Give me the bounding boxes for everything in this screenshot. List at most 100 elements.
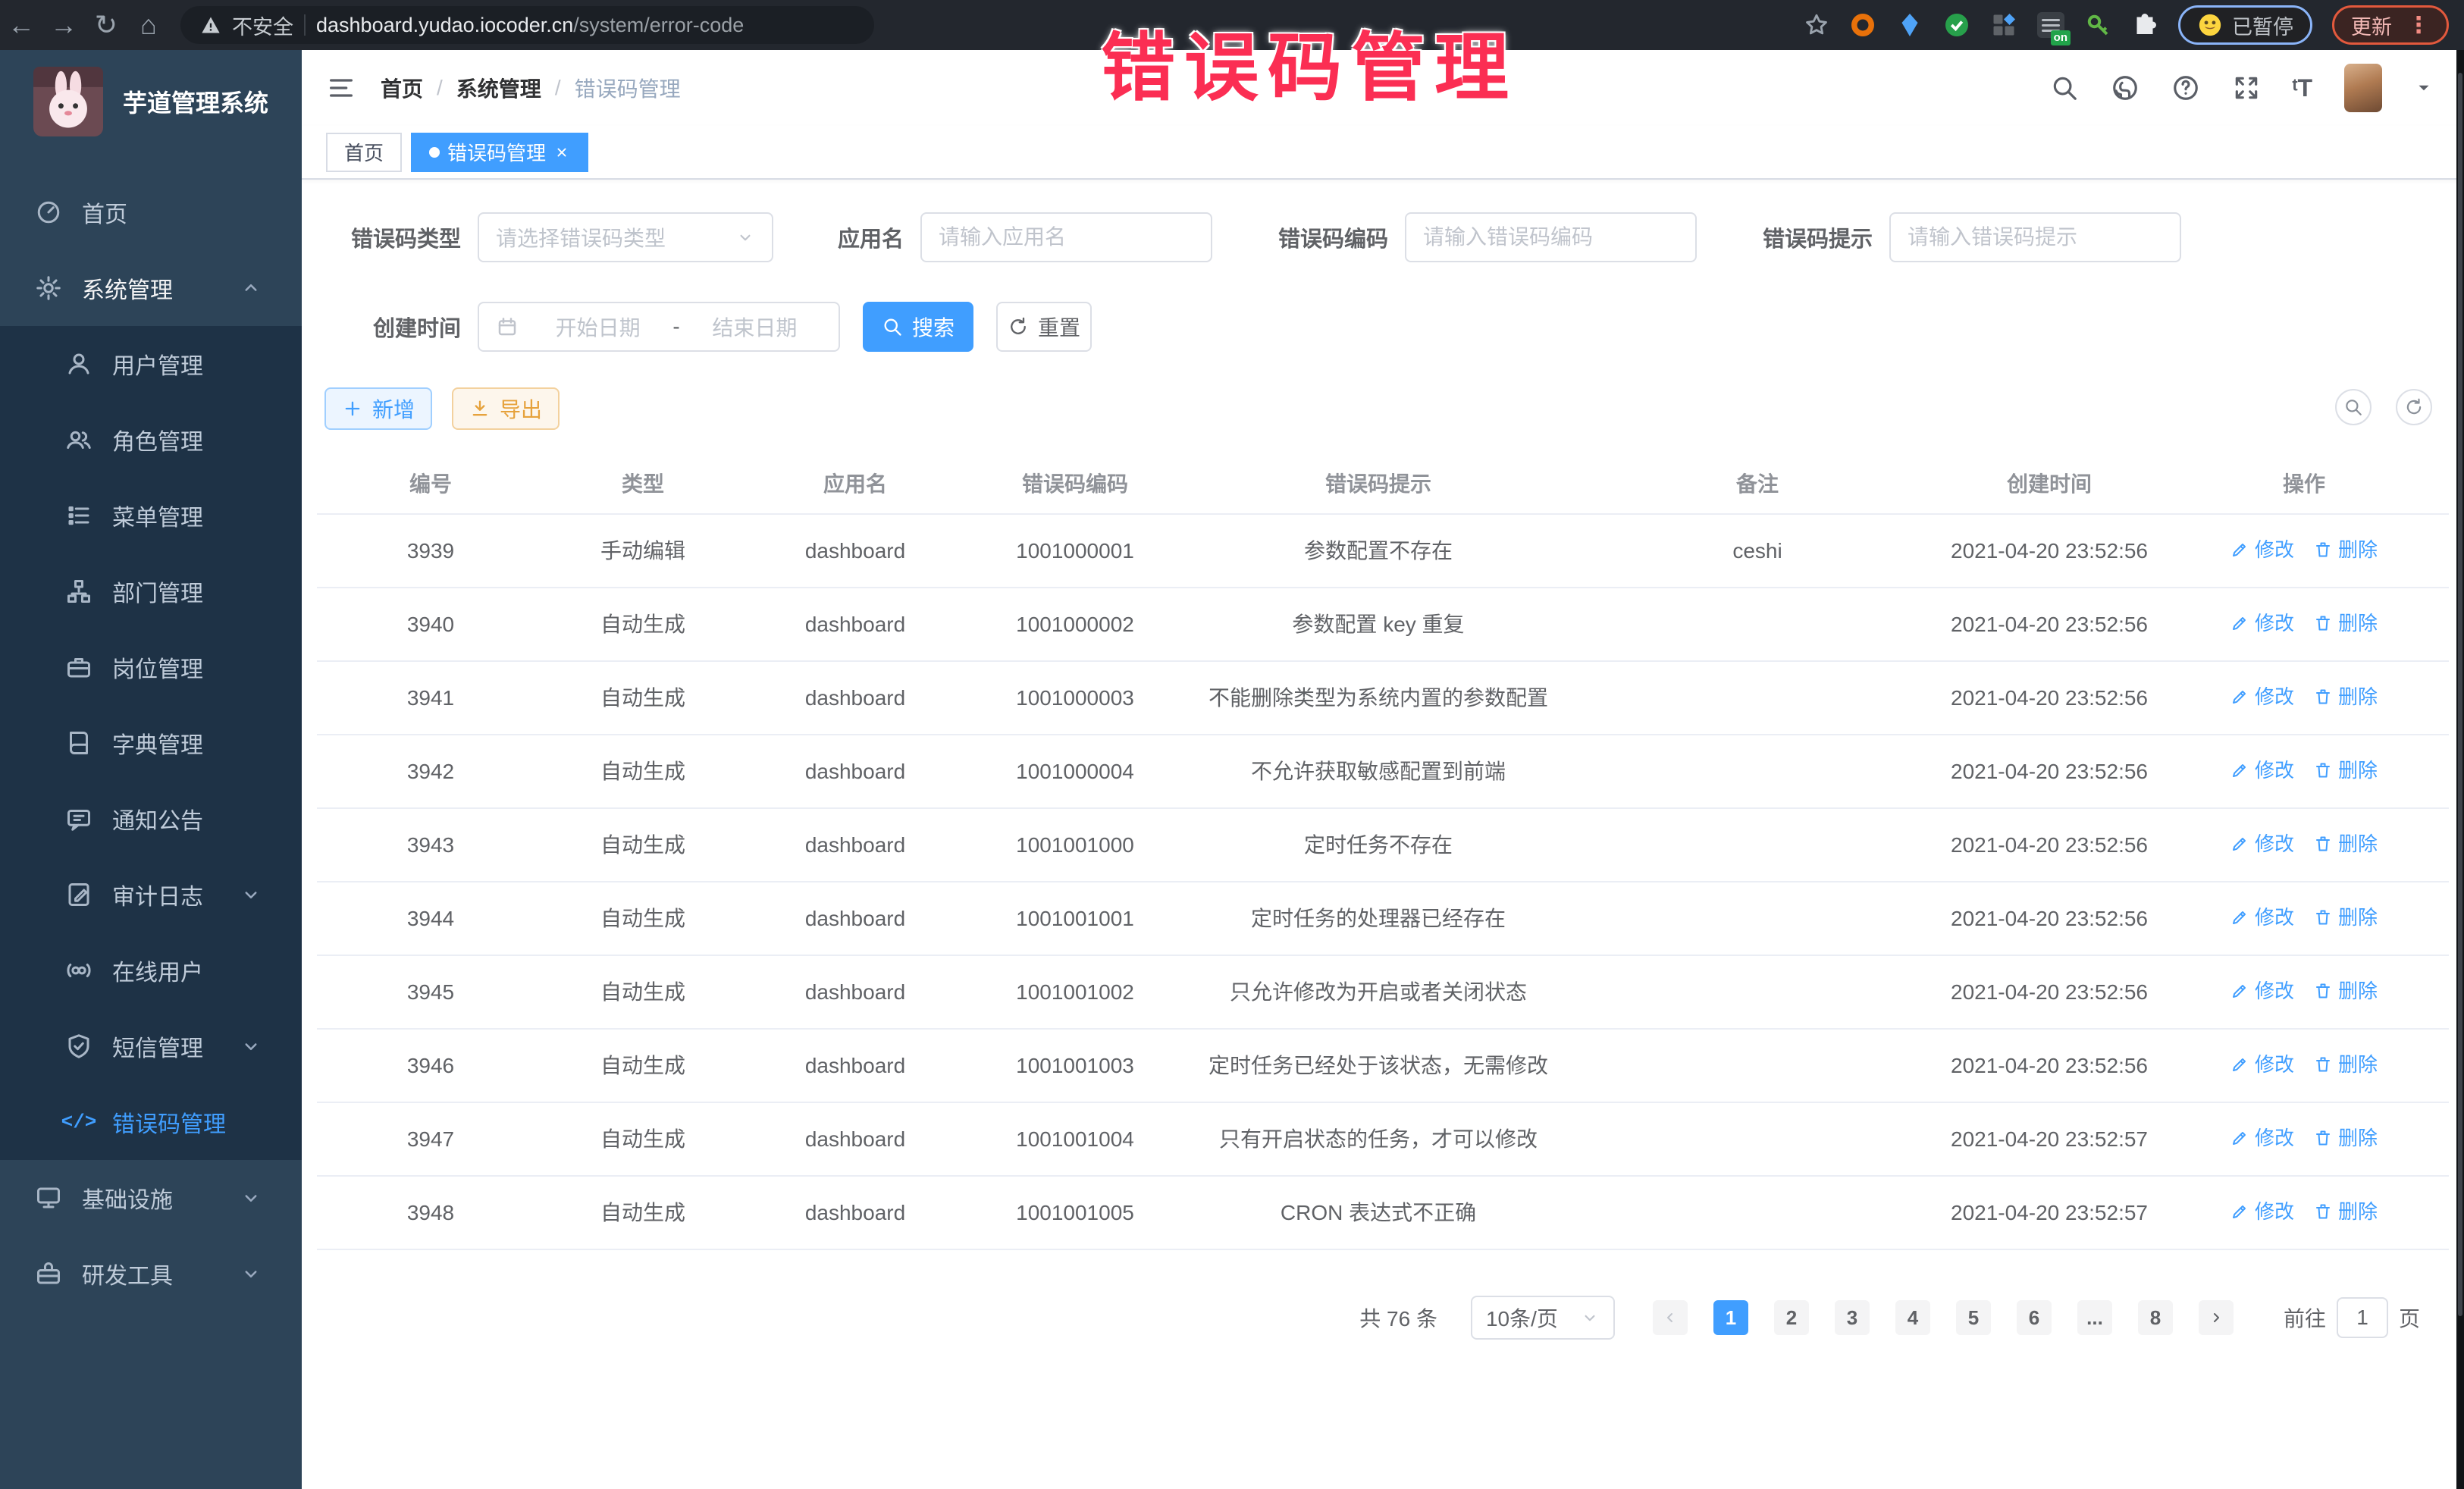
close-icon[interactable] bbox=[553, 144, 570, 161]
edit-row-link[interactable]: 修改 bbox=[2230, 976, 2294, 1006]
edit-row-link[interactable]: 修改 bbox=[2230, 1123, 2294, 1153]
table-header-row: 编号 类型 应用名 错误码编码 错误码提示 备注 创建时间 操作 bbox=[317, 453, 2449, 514]
tab-error-code[interactable]: 错误码管理 bbox=[411, 133, 588, 172]
delete-row-link[interactable]: 删除 bbox=[2314, 1196, 2378, 1227]
help-icon[interactable] bbox=[2171, 74, 2200, 102]
fullscreen-icon[interactable] bbox=[2232, 74, 2261, 102]
page-button-4[interactable]: 4 bbox=[1895, 1300, 1930, 1335]
edit-row-link[interactable]: 修改 bbox=[2230, 1196, 2294, 1227]
sidebar-item-gear[interactable]: 系统管理 bbox=[0, 250, 302, 326]
delete-row-link[interactable]: 删除 bbox=[2314, 1123, 2378, 1153]
extension-gem-icon[interactable] bbox=[1896, 11, 1923, 39]
main-area: 首页 / 系统管理 / 错误码管理 ᵗT 首页 错误码管理 错误码类型 bbox=[302, 50, 2464, 1489]
sidebar-item-infrastructure[interactable]: 基础设施 bbox=[0, 1160, 302, 1236]
page-button-5[interactable]: 5 bbox=[1956, 1300, 1991, 1335]
sidebar-item-audit-log[interactable]: 审计日志 bbox=[0, 857, 302, 933]
page-button-6[interactable]: 6 bbox=[2017, 1300, 2052, 1335]
search-button[interactable]: 搜索 bbox=[863, 302, 973, 352]
next-page-button[interactable] bbox=[2199, 1300, 2234, 1335]
app-name-input[interactable] bbox=[939, 225, 1194, 249]
font-size-icon[interactable]: ᵗT bbox=[2293, 74, 2312, 102]
export-button[interactable]: 导出 bbox=[452, 387, 560, 430]
user-avatar[interactable] bbox=[2344, 64, 2382, 112]
sidebar-item-announcement[interactable]: 通知公告 bbox=[0, 781, 302, 857]
page-size-select[interactable]: 10条/页 bbox=[1471, 1296, 1615, 1340]
trash-icon bbox=[2314, 614, 2332, 632]
cell-msg: CRON 表达式不正确 bbox=[1181, 1176, 1575, 1249]
bookmark-star-icon[interactable] bbox=[1804, 12, 1829, 38]
page-scrollbar[interactable] bbox=[2456, 50, 2464, 1489]
cell-id: 3939 bbox=[317, 514, 544, 588]
forward-icon[interactable]: → bbox=[42, 9, 85, 41]
prev-page-button[interactable] bbox=[1653, 1300, 1688, 1335]
breadcrumb-system[interactable]: 系统管理 bbox=[456, 73, 541, 103]
back-icon[interactable]: ← bbox=[0, 9, 42, 41]
scrollbar-thumb[interactable] bbox=[2458, 73, 2462, 1316]
reload-icon[interactable]: ↻ bbox=[85, 9, 127, 41]
error-code-input-wrap bbox=[1405, 212, 1697, 262]
sidebar-item-briefcase[interactable]: 岗位管理 bbox=[0, 629, 302, 705]
edit-row-link[interactable]: 修改 bbox=[2230, 682, 2294, 712]
sidebar-item-code[interactable]: </>错误码管理 bbox=[0, 1084, 302, 1160]
error-type-select[interactable]: 请选择错误码类型 bbox=[478, 212, 773, 262]
sidebar-item-online-users[interactable]: 在线用户 bbox=[0, 933, 302, 1008]
extension-orange-icon[interactable] bbox=[1849, 11, 1876, 39]
delete-row-link[interactable]: 删除 bbox=[2314, 902, 2378, 933]
page-button-1[interactable]: 1 bbox=[1713, 1300, 1748, 1335]
edit-row-link[interactable]: 修改 bbox=[2230, 534, 2294, 565]
extension-list-icon[interactable]: on bbox=[2037, 12, 2064, 38]
sidebar-item-dictionary[interactable]: 字典管理 bbox=[0, 705, 302, 781]
cell-app: dashboard bbox=[741, 955, 969, 1029]
pagination-ellipsis[interactable]: ... bbox=[2077, 1300, 2112, 1335]
extension-green-check-icon[interactable] bbox=[1943, 11, 1970, 39]
chevron-down-icon[interactable] bbox=[2414, 78, 2434, 98]
hamburger-icon[interactable] bbox=[326, 73, 356, 103]
breadcrumb-home[interactable]: 首页 bbox=[381, 73, 423, 103]
edit-row-link[interactable]: 修改 bbox=[2230, 829, 2294, 859]
search-icon[interactable] bbox=[2050, 74, 2079, 102]
delete-row-link[interactable]: 删除 bbox=[2314, 534, 2378, 565]
edit-row-link[interactable]: 修改 bbox=[2230, 608, 2294, 638]
browser-menu-icon[interactable]: ⋮ bbox=[2407, 12, 2430, 39]
error-msg-input[interactable] bbox=[1908, 225, 2163, 249]
sidebar-item-user[interactable]: 用户管理 bbox=[0, 326, 302, 402]
edit-row-link[interactable]: 修改 bbox=[2230, 1049, 2294, 1080]
app-title: 芋道管理系统 bbox=[123, 84, 268, 119]
delete-row-link[interactable]: 删除 bbox=[2314, 1049, 2378, 1080]
edit-row-link[interactable]: 修改 bbox=[2230, 755, 2294, 785]
address-bar[interactable]: 不安全 dashboard.yudao.iocoder.cn/system/er… bbox=[180, 6, 874, 44]
delete-row-link[interactable]: 删除 bbox=[2314, 829, 2378, 859]
tab-home[interactable]: 首页 bbox=[326, 133, 402, 172]
sidebar-item-menu-list[interactable]: 菜单管理 bbox=[0, 478, 302, 553]
pagination: 共 76 条 10条/页 123456...8 前往 页 bbox=[317, 1296, 2420, 1340]
home-icon[interactable]: ⌂ bbox=[127, 9, 170, 41]
cell-code: 1001000003 bbox=[969, 661, 1181, 735]
delete-row-link[interactable]: 删除 bbox=[2314, 682, 2378, 712]
browser-update-chip[interactable]: 更新 ⋮ bbox=[2332, 5, 2449, 45]
sidebar-item-dev-tools[interactable]: 研发工具 bbox=[0, 1236, 302, 1312]
plus-icon bbox=[342, 398, 363, 419]
sidebar-item-sms-shield[interactable]: 短信管理 bbox=[0, 1008, 302, 1084]
extension-grid-icon[interactable] bbox=[1990, 11, 2017, 39]
error-code-input[interactable] bbox=[1423, 225, 1679, 249]
toggle-search-button[interactable] bbox=[2335, 389, 2372, 425]
sidebar-item-dashboard[interactable]: 首页 bbox=[0, 174, 302, 250]
date-range-picker[interactable]: 开始日期 - 结束日期 bbox=[478, 302, 840, 352]
goto-page-input[interactable] bbox=[2337, 1297, 2388, 1338]
profile-paused-chip[interactable]: 已暂停 bbox=[2178, 5, 2312, 45]
github-icon[interactable] bbox=[2111, 74, 2140, 102]
add-button[interactable]: 新增 bbox=[324, 387, 432, 430]
extension-puzzle-icon[interactable] bbox=[2131, 11, 2158, 39]
reset-button[interactable]: 重置 bbox=[996, 302, 1092, 352]
page-button-8[interactable]: 8 bbox=[2138, 1300, 2173, 1335]
delete-row-link[interactable]: 删除 bbox=[2314, 608, 2378, 638]
page-button-3[interactable]: 3 bbox=[1835, 1300, 1870, 1335]
refresh-table-button[interactable] bbox=[2396, 389, 2432, 425]
delete-row-link[interactable]: 删除 bbox=[2314, 976, 2378, 1006]
sidebar-item-users[interactable]: 角色管理 bbox=[0, 402, 302, 478]
extension-key-icon[interactable] bbox=[2084, 11, 2111, 39]
delete-row-link[interactable]: 删除 bbox=[2314, 755, 2378, 785]
page-button-2[interactable]: 2 bbox=[1774, 1300, 1809, 1335]
edit-row-link[interactable]: 修改 bbox=[2230, 902, 2294, 933]
sidebar-item-org-tree[interactable]: 部门管理 bbox=[0, 553, 302, 629]
